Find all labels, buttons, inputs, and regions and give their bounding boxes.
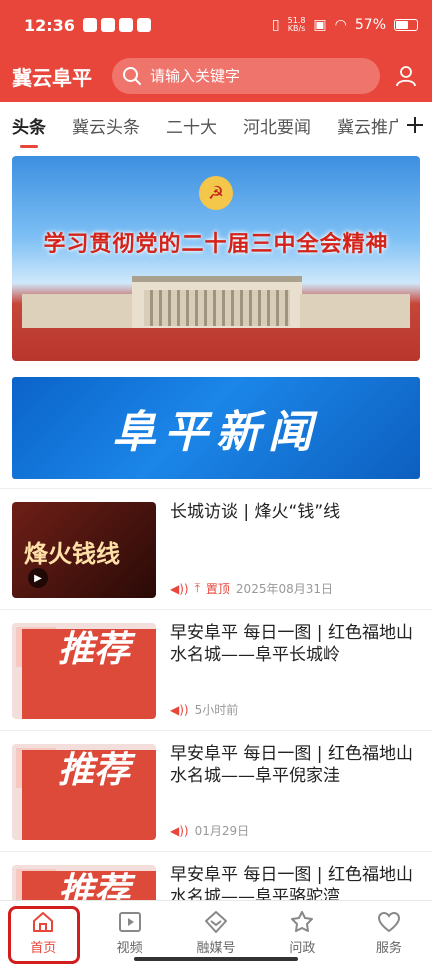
news-feed[interactable]: ☭ 学习贯彻党的二十届三中全会精神 阜平新闻 烽火钱线 ▶ 长城访谈 | 烽火“… <box>0 148 432 900</box>
party-emblem-icon: ☭ <box>199 176 233 210</box>
article-date: 2025年08月31日 <box>235 582 334 596</box>
list-item[interactable]: 推荐 早安阜平 每日一图 | 红色福地山水名城——阜平骆驼湾 <box>0 852 432 900</box>
wifi-icon: ◠ <box>334 17 347 33</box>
article-thumbnail: 烽火钱线 ▶ <box>12 502 156 598</box>
list-item[interactable]: 推荐 早安阜平 每日一图 | 红色福地山水名城——阜平倪家洼 ◀)) 01月29… <box>0 731 432 852</box>
fuping-news-banner[interactable]: 阜平新闻 <box>12 377 420 479</box>
inquiry-icon <box>291 911 314 932</box>
thumbnail-text: 烽火钱线 <box>24 540 120 568</box>
divider <box>0 479 432 489</box>
status-right: ▯ 51.8 KB/s ▣ ◠ 57% <box>272 17 418 33</box>
pinned-label: 置顶 <box>205 582 230 596</box>
user-icon[interactable] <box>392 62 420 90</box>
home-indicator <box>134 957 298 961</box>
video-icon <box>118 912 141 932</box>
media-icon <box>205 911 228 933</box>
nav-media[interactable]: 融媒号 <box>173 901 259 964</box>
building-image <box>22 294 132 328</box>
top-banner[interactable]: ☭ 学习贯彻党的二十届三中全会精神 <box>12 156 420 361</box>
nav-label: 首页 <box>30 941 57 956</box>
article-date: 01月29日 <box>194 824 250 838</box>
speaker-icon: ◀)) <box>170 823 189 838</box>
top-bar: 12:36 ▯ 51.8 KB/s ▣ ◠ 57% 冀云阜平 <box>0 0 432 102</box>
article-meta: ◀)) 01月29日 <box>170 822 249 839</box>
network-speed: 51.8 KB/s <box>287 16 306 33</box>
building-image <box>300 294 410 328</box>
nav-label: 问政 <box>289 941 316 956</box>
app-notification-icon <box>82 18 97 32</box>
top-banner-text: 学习贯彻党的二十届三中全会精神 <box>43 232 389 257</box>
article-thumbnail: 推荐 <box>12 623 156 719</box>
article-date: 5小时前 <box>194 703 239 717</box>
article-meta: ◀)) ⤒ 置顶 2025年08月31日 <box>170 580 333 597</box>
status-bar: 12:36 ▯ 51.8 KB/s ▣ ◠ 57% <box>0 0 432 50</box>
article-thumbnail: 推荐 <box>12 865 156 900</box>
app-notification-icon <box>136 18 151 32</box>
app-notification-icon <box>100 18 115 32</box>
pin-icon: ⤒ <box>194 581 200 595</box>
speaker-icon: ◀)) <box>170 702 189 717</box>
vibrate-icon: ▯ <box>271 17 280 33</box>
thumbnail-text: 推荐 <box>58 629 131 670</box>
battery-icon <box>394 19 418 31</box>
article-title: 早安阜平 每日一图 | 红色福地山水名城——阜平倪家洼 <box>170 744 413 786</box>
search-icon <box>123 67 141 85</box>
add-channel-button[interactable] <box>398 102 432 148</box>
article-title: 长城访谈 | 烽火“钱”线 <box>170 502 341 522</box>
app-header: 冀云阜平 <box>0 50 432 102</box>
nav-inquiry[interactable]: 问政 <box>259 901 345 964</box>
speaker-icon: ◀)) <box>170 581 189 596</box>
channel-tabs: 头条 冀云头条 二十大 河北要闻 冀云推广 <box>0 102 432 148</box>
sim-icon: ▣ <box>313 17 327 33</box>
battery-percent: 57% <box>354 17 386 33</box>
great-hall-image <box>132 276 302 328</box>
list-item[interactable]: 推荐 早安阜平 每日一图 | 红色福地山水名城——阜平长城岭 ◀)) 5小时前 <box>0 610 432 731</box>
nav-label: 视频 <box>116 941 143 956</box>
article-title: 早安阜平 每日一图 | 红色福地山水名城——阜平长城岭 <box>170 623 413 665</box>
tab-jiyun-headline[interactable]: 冀云头条 <box>72 113 140 138</box>
home-icon <box>33 912 54 932</box>
nav-label: 服务 <box>375 941 402 956</box>
search-input[interactable] <box>150 67 350 85</box>
heart-icon <box>377 911 400 933</box>
nav-video[interactable]: 视频 <box>86 901 172 964</box>
tab-twentieth-congress[interactable]: 二十大 <box>166 113 217 138</box>
search-bar[interactable] <box>112 58 380 94</box>
fuping-news-title: 阜平新闻 <box>112 407 320 458</box>
nav-home[interactable]: 首页 <box>0 901 86 964</box>
tab-hebei-news[interactable]: 河北要闻 <box>243 113 311 138</box>
bottom-nav: 首页 视频 融媒号 问政 服务 <box>0 900 432 964</box>
tab-headline[interactable]: 头条 <box>12 113 46 138</box>
tab-jiyun-promo[interactable]: 冀云推广 <box>337 113 405 138</box>
play-icon: ▶ <box>28 568 48 588</box>
app-logo: 冀云阜平 <box>12 65 92 90</box>
thumbnail-text: 推荐 <box>58 750 131 791</box>
list-item[interactable]: 烽火钱线 ▶ 长城访谈 | 烽火“钱”线 ◀)) ⤒ 置顶 2025年08月31… <box>0 489 432 610</box>
mail-icon <box>118 18 133 32</box>
thumbnail-text: 推荐 <box>58 871 131 900</box>
nav-label: 融媒号 <box>196 941 236 956</box>
notification-icons <box>82 18 151 32</box>
article-thumbnail: 推荐 <box>12 744 156 840</box>
status-time: 12:36 <box>24 15 75 35</box>
nav-service[interactable]: 服务 <box>346 901 432 964</box>
article-title: 早安阜平 每日一图 | 红色福地山水名城——阜平骆驼湾 <box>170 865 413 900</box>
plus-icon <box>407 117 423 133</box>
article-meta: ◀)) 5小时前 <box>170 701 238 718</box>
